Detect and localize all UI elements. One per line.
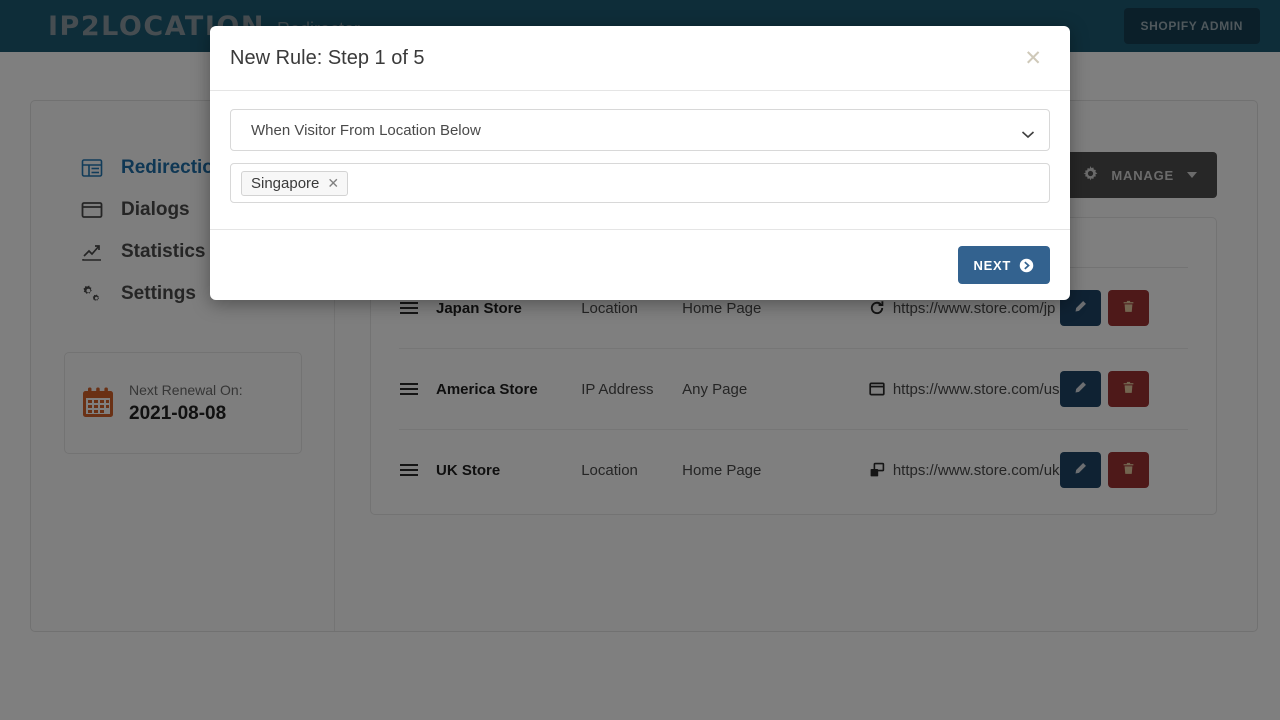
remove-tag-icon[interactable]: ✕ xyxy=(327,176,339,190)
condition-select[interactable]: When Visitor From Location Below xyxy=(230,109,1050,151)
chevron-down-icon xyxy=(1021,126,1035,138)
modal-body: When Visitor From Location Below Singapo… xyxy=(210,91,1070,229)
close-icon[interactable]: ✕ xyxy=(1018,46,1048,71)
next-button-label: NEXT xyxy=(973,257,1011,273)
next-step-button[interactable]: NEXT xyxy=(957,246,1050,284)
modal-title: New Rule: Step 1 of 5 xyxy=(230,46,425,69)
location-tag-input[interactable]: Singapore ✕ xyxy=(230,163,1050,203)
arrow-circle-right-icon xyxy=(1019,258,1034,273)
modal-header: New Rule: Step 1 of 5 ✕ xyxy=(210,26,1070,91)
location-tag: Singapore ✕ xyxy=(241,170,349,196)
modal-footer: NEXT xyxy=(210,229,1070,300)
location-tag-label: Singapore xyxy=(251,174,320,192)
new-rule-modal: New Rule: Step 1 of 5 ✕ When Visitor Fro… xyxy=(210,26,1070,300)
condition-select-value: When Visitor From Location Below xyxy=(251,121,481,139)
